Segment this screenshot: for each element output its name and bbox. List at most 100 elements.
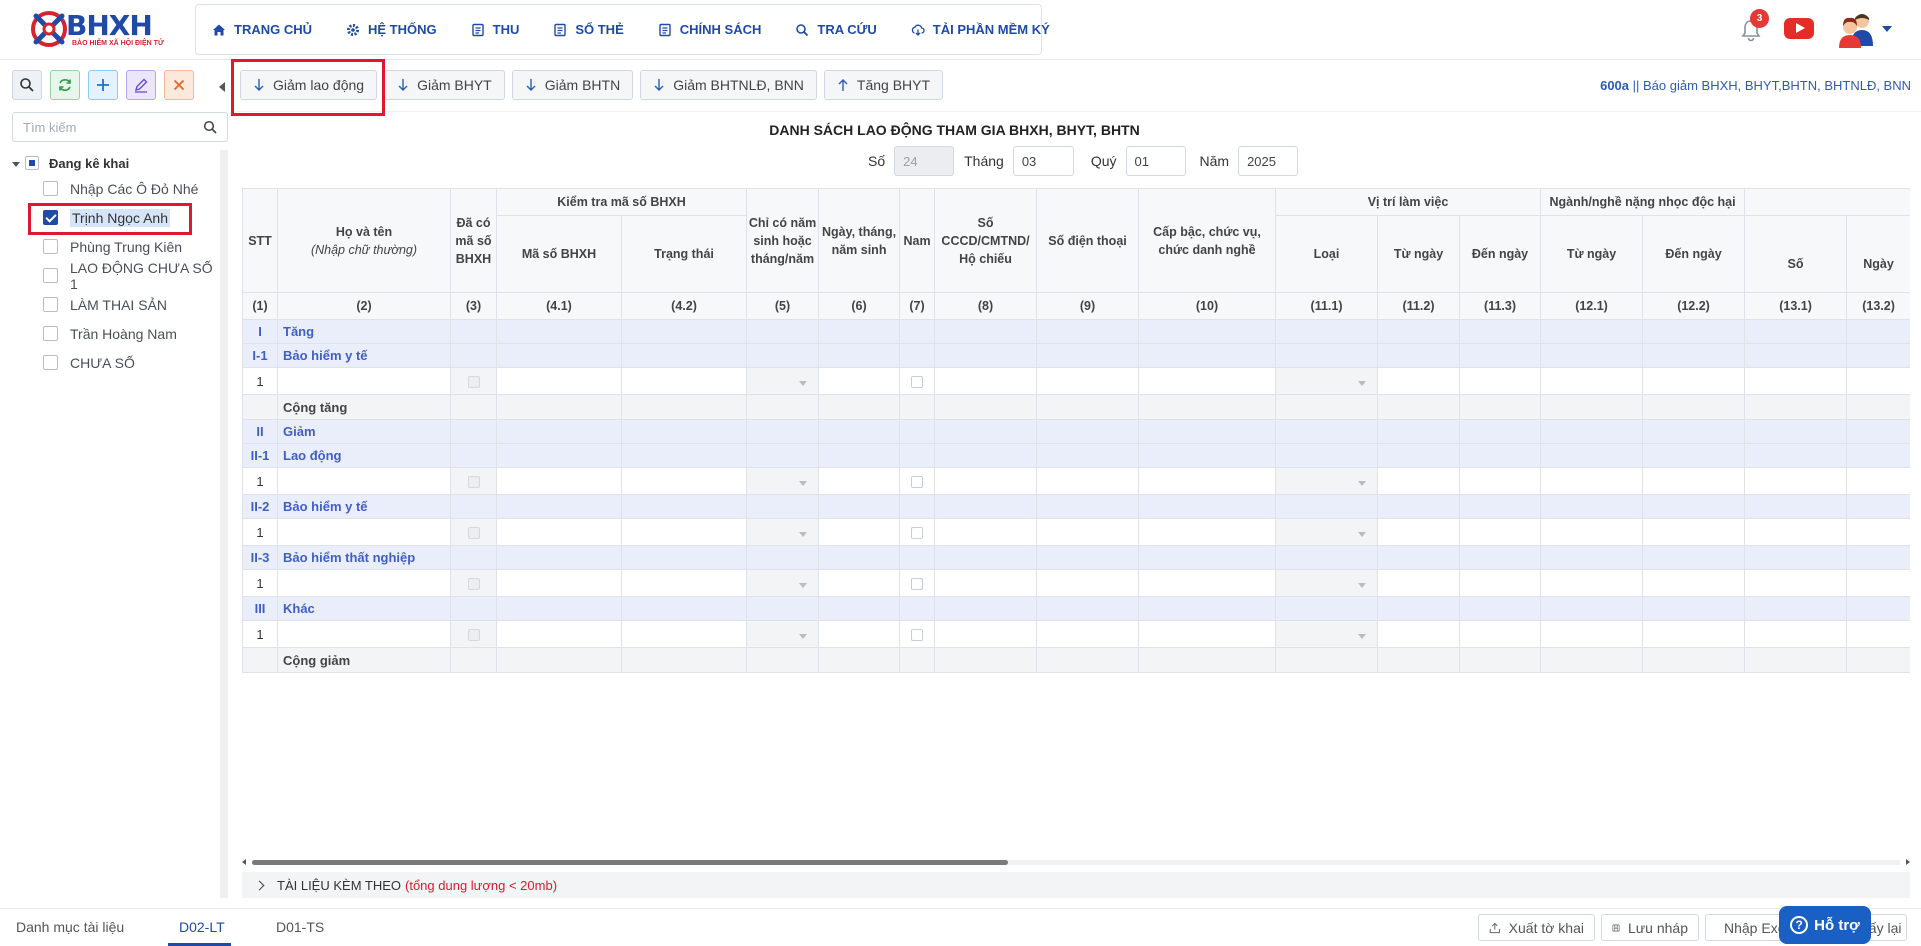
nam-input[interactable] xyxy=(1238,146,1299,176)
da-co-ma-checkbox[interactable] xyxy=(467,629,480,642)
chevron-down-icon[interactable] xyxy=(799,480,808,486)
chevron-down-icon[interactable] xyxy=(1358,380,1367,386)
tree-root[interactable]: Đang kê khai xyxy=(12,152,217,174)
table-cell[interactable] xyxy=(899,620,936,648)
so-input[interactable] xyxy=(894,146,955,176)
table-cell[interactable] xyxy=(1642,620,1746,648)
table-cell[interactable] xyxy=(1846,569,1910,597)
chevron-down-icon[interactable] xyxy=(799,380,808,386)
table-cell[interactable] xyxy=(1459,569,1542,597)
nav-he-thong[interactable]: HỆ THỐNG xyxy=(346,22,437,37)
scroll-right-icon[interactable] xyxy=(1906,859,1910,865)
table-cell[interactable] xyxy=(1540,367,1644,395)
tree-item-checkbox[interactable] xyxy=(43,181,58,196)
table-cell[interactable] xyxy=(1744,367,1848,395)
scroll-thumb[interactable] xyxy=(252,860,1008,865)
nav-thu[interactable]: THU xyxy=(471,22,519,37)
table-cell[interactable] xyxy=(496,620,622,648)
table-cell[interactable] xyxy=(1377,467,1461,495)
tree-item[interactable]: LAO ĐỘNG CHƯA SỐ 1 xyxy=(12,260,217,292)
table-cell[interactable] xyxy=(1275,620,1379,648)
table-cell[interactable] xyxy=(1036,518,1140,546)
user-menu-caret-icon[interactable] xyxy=(1882,26,1892,32)
attachments-section[interactable]: TÀI LIỆU KÈM THEO (tổng dung lượng < 20m… xyxy=(242,872,1910,898)
tree-item[interactable]: CHƯA SỐ xyxy=(12,348,217,377)
table-cell[interactable] xyxy=(818,569,901,597)
table-cell[interactable] xyxy=(1846,620,1910,648)
table-cell[interactable] xyxy=(934,518,1038,546)
table-cell[interactable] xyxy=(1377,367,1461,395)
tree-item[interactable]: Trần Hoàng Nam xyxy=(12,319,217,348)
table-row[interactable]: 1 xyxy=(242,620,1910,648)
expand-caret-icon[interactable] xyxy=(12,161,20,167)
chevron-right-icon[interactable] xyxy=(254,880,265,890)
giam-bhtn-button[interactable]: Giảm BHTN xyxy=(511,70,634,100)
table-cell[interactable] xyxy=(277,518,451,546)
table-cell[interactable] xyxy=(496,467,622,495)
table-cell[interactable] xyxy=(934,620,1038,648)
table-cell[interactable] xyxy=(934,367,1038,395)
table-cell[interactable] xyxy=(450,620,497,648)
table-cell[interactable] xyxy=(1138,467,1277,495)
table-cell[interactable] xyxy=(1275,518,1379,546)
table-cell[interactable] xyxy=(1744,467,1848,495)
table-cell[interactable] xyxy=(1540,620,1644,648)
table-cell[interactable] xyxy=(746,620,820,648)
tree-item-checkbox[interactable] xyxy=(43,297,58,312)
scroll-left-icon[interactable] xyxy=(242,859,246,865)
chevron-down-icon[interactable] xyxy=(1358,531,1367,537)
nav-so-the[interactable]: SỔ THẺ xyxy=(553,22,624,37)
chevron-down-icon[interactable] xyxy=(799,531,808,537)
table-cell[interactable] xyxy=(620,620,748,648)
table-cell[interactable] xyxy=(277,569,451,597)
table-cell[interactable] xyxy=(1138,569,1277,597)
table-row[interactable]: 1 xyxy=(242,367,1910,395)
tree-item-checkbox[interactable] xyxy=(43,268,58,283)
chevron-down-icon[interactable] xyxy=(799,633,808,639)
chevron-down-icon[interactable] xyxy=(799,582,808,588)
nav-tra-cuu[interactable]: TRA CỨU xyxy=(795,22,877,37)
table-cell[interactable] xyxy=(934,467,1038,495)
table-cell[interactable] xyxy=(818,518,901,546)
table-cell[interactable] xyxy=(818,367,901,395)
table-cell[interactable] xyxy=(496,367,622,395)
luu-nhap-button[interactable]: Lưu nháp xyxy=(1601,914,1699,941)
table-cell[interactable] xyxy=(1846,467,1910,495)
table-cell[interactable] xyxy=(746,467,820,495)
nam-checkbox[interactable] xyxy=(911,376,924,389)
tree-item[interactable]: Nhập Các Ô Đỏ Nhé xyxy=(12,174,217,203)
chevron-down-icon[interactable] xyxy=(1358,633,1367,639)
sidebar-search-input[interactable] xyxy=(12,112,228,142)
add-button[interactable] xyxy=(88,70,118,100)
table-cell[interactable] xyxy=(450,467,497,495)
nav-trang-chu[interactable]: TRANG CHỦ xyxy=(212,22,312,37)
table-cell[interactable] xyxy=(277,467,451,495)
sidebar-scrollbar[interactable] xyxy=(220,150,228,898)
table-cell[interactable] xyxy=(1642,518,1746,546)
table-cell[interactable] xyxy=(899,569,936,597)
tab-danh-muc-tai-lieu[interactable]: Danh mục tài liệu xyxy=(16,919,124,935)
table-cell[interactable] xyxy=(450,569,497,597)
table-cell[interactable] xyxy=(1846,367,1910,395)
thang-input[interactable] xyxy=(1012,146,1074,176)
nhap-excel-button[interactable]: Nhập Excel xyxy=(1705,914,1785,941)
table-row[interactable]: 1 xyxy=(242,518,1910,546)
table-cell[interactable] xyxy=(1642,569,1746,597)
da-co-ma-checkbox[interactable] xyxy=(467,376,480,389)
table-cell[interactable] xyxy=(1377,620,1461,648)
nam-checkbox[interactable] xyxy=(911,476,924,489)
tab-d02-lt[interactable]: D02-LT xyxy=(179,919,225,935)
table-cell[interactable] xyxy=(450,518,497,546)
table-cell[interactable] xyxy=(818,467,901,495)
nam-checkbox[interactable] xyxy=(911,527,924,540)
table-cell[interactable] xyxy=(899,367,936,395)
delete-button[interactable] xyxy=(164,70,194,100)
da-co-ma-checkbox[interactable] xyxy=(467,476,480,489)
table-cell[interactable] xyxy=(1459,518,1542,546)
declaration-table-wrap[interactable]: STT Họ và tên (Nhập chữ thường) Đã có mã … xyxy=(242,188,1910,676)
youtube-icon[interactable] xyxy=(1784,18,1814,39)
table-cell[interactable] xyxy=(496,569,622,597)
horizontal-scrollbar[interactable] xyxy=(242,858,1910,866)
table-cell[interactable] xyxy=(1377,518,1461,546)
tree-item-checkbox[interactable] xyxy=(43,239,58,254)
